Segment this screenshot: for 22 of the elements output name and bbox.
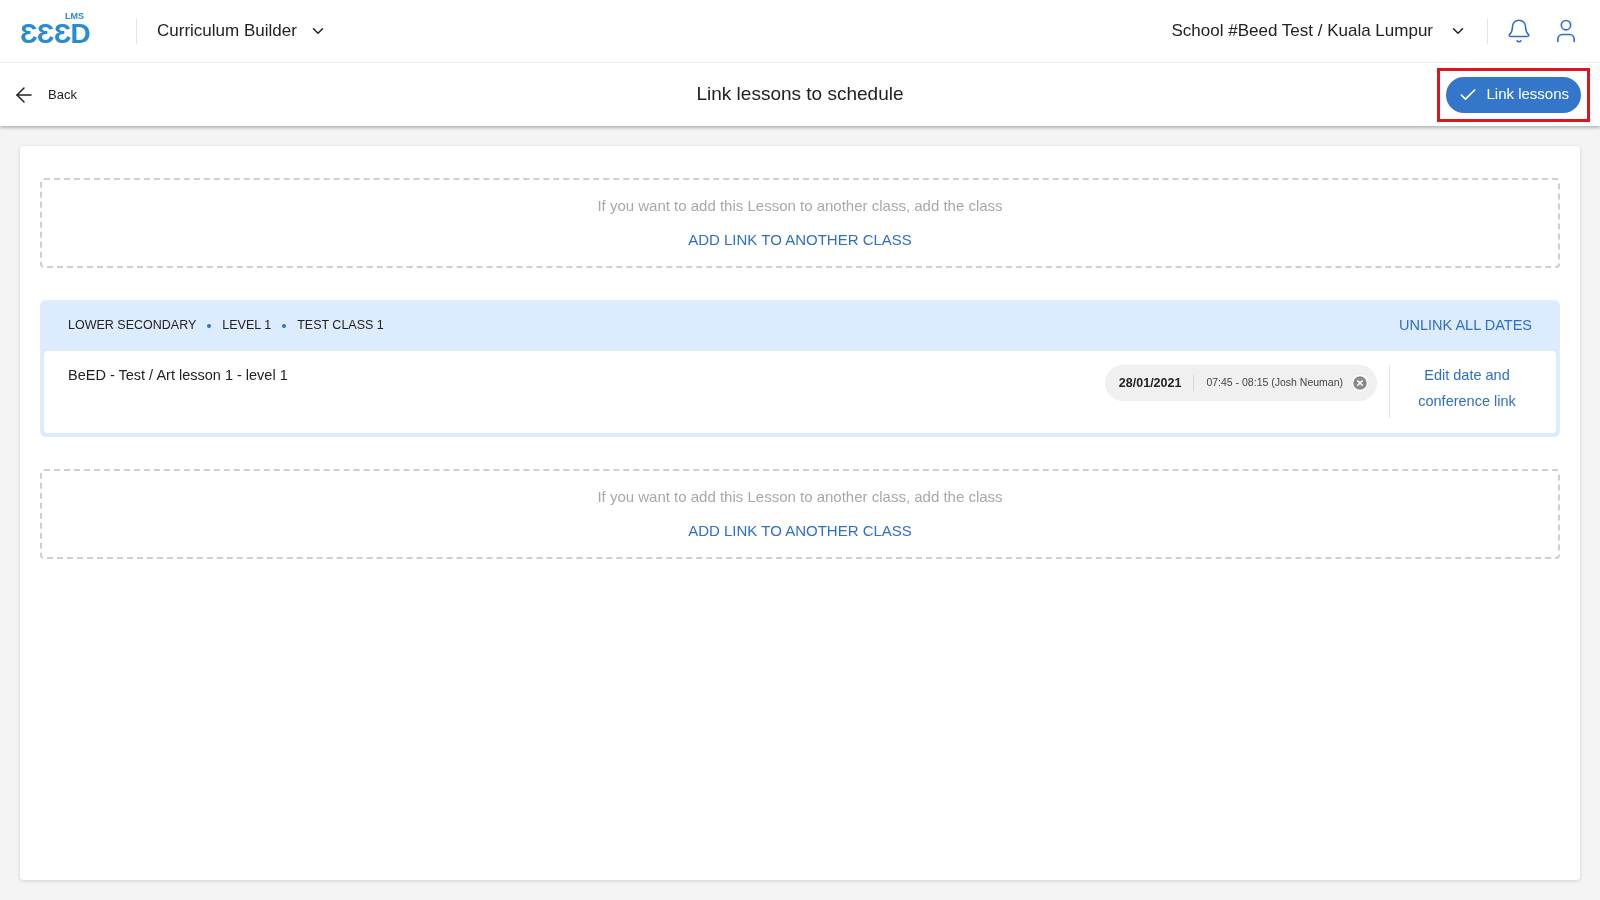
time-text: 07:45 - 08:15 (Josh Neuman) <box>1206 375 1343 391</box>
lesson-title: BeED - Test / Art lesson 1 - level 1 <box>68 366 289 385</box>
bullet-icon <box>207 323 212 328</box>
school-selector[interactable]: School #Beed Test / Kuala Lumpur <box>1171 18 1467 44</box>
link-lessons-button[interactable]: Link lessons <box>1446 76 1581 113</box>
breadcrumb-item: TEST CLASS 1 <box>297 317 384 335</box>
date-text: 28/01/2021 <box>1118 374 1182 392</box>
bullet-icon <box>282 323 287 328</box>
back-button[interactable]: Back <box>12 82 212 107</box>
breadcrumb-item: LOWER SECONDARY <box>68 317 197 335</box>
unlink-all-link[interactable]: UNLINK ALL DATES <box>1399 314 1532 337</box>
add-class-hint: If you want to add this Lesson to another class, add the class <box>597 195 1003 216</box>
app-switcher[interactable]: Curriculum Builder <box>157 18 327 44</box>
logo[interactable]: ƐƐƐD LMS <box>20 14 96 48</box>
remove-icon[interactable] <box>1351 374 1369 392</box>
breadcrumb-item: LEVEL 1 <box>222 317 272 335</box>
edit-date-link[interactable]: Edit date and conference link <box>1402 362 1532 414</box>
page-title: Link lessons to schedule <box>696 82 904 107</box>
add-class-hint: If you want to add this Lesson to another class, add the class <box>597 486 1003 507</box>
add-link-button[interactable]: ADD LINK TO ANOTHER CLASS <box>688 520 912 543</box>
notifications-icon[interactable] <box>1506 18 1532 44</box>
add-link-button[interactable]: ADD LINK TO ANOTHER CLASS <box>688 229 912 252</box>
